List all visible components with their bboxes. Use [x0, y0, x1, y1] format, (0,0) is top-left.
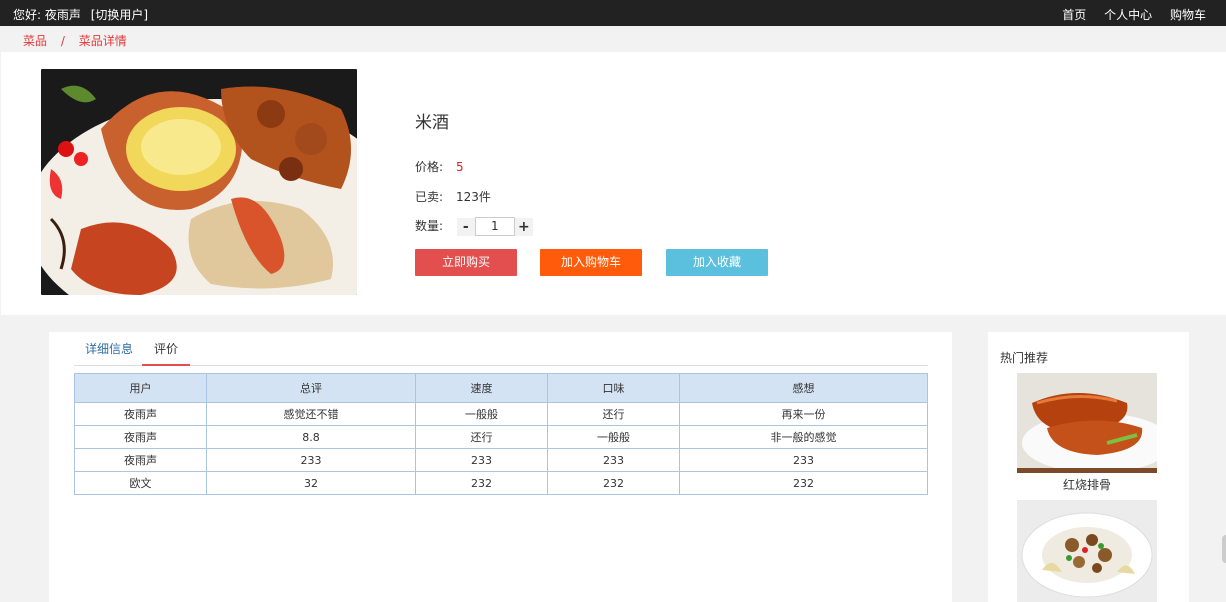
table-row: 欧文 32 232 232 232 — [74, 471, 928, 495]
breadcrumb-bar: 菜品 / 菜品详情 — [0, 26, 1226, 52]
nav-home[interactable]: 首页 — [1062, 8, 1086, 22]
greeting-text: 您好: 夜雨声 — [13, 8, 81, 22]
add-to-cart-button[interactable]: 加入购物车 — [540, 249, 642, 276]
table-row: 夜雨声 8.8 还行 一般般 非一般的感觉 — [74, 425, 928, 449]
column-header-comment: 感想 — [679, 373, 928, 403]
table-row: 夜雨声 233 233 233 233 — [74, 448, 928, 472]
product-image — [41, 69, 357, 295]
cell-taste: 233 — [547, 448, 680, 472]
cell-overall: 233 — [206, 448, 416, 472]
price-value: 5 — [456, 160, 464, 174]
reviews-table: 用户 总评 速度 口味 感想 夜雨声 感觉还不错 一般般 还行 再来一份 夜雨声… — [74, 373, 928, 495]
scroll-handle[interactable] — [1222, 535, 1226, 563]
table-header-row: 用户 总评 速度 口味 感想 — [74, 373, 928, 403]
breadcrumb: 菜品 / 菜品详情 — [23, 32, 127, 49]
quantity-plus-button[interactable]: + — [514, 217, 533, 236]
detail-panel: 详细信息 评价 用户 总评 速度 口味 感想 夜雨声 感觉还不错 一般般 还行 … — [49, 332, 952, 602]
top-nav: 首页 个人中心 购物车 — [1048, 6, 1206, 23]
cell-comment: 非一般的感觉 — [679, 425, 928, 449]
buy-now-button[interactable]: 立即购买 — [415, 249, 517, 276]
column-header-speed: 速度 — [415, 373, 548, 403]
cell-overall: 感觉还不错 — [206, 402, 416, 426]
cell-comment: 232 — [679, 471, 928, 495]
user-greeting: 您好: 夜雨声 [切换用户] — [13, 6, 148, 23]
cell-user: 夜雨声 — [74, 425, 207, 449]
recommendation-image-second[interactable] — [1017, 500, 1157, 602]
cell-taste: 一般般 — [547, 425, 680, 449]
product-title: 米酒 — [415, 113, 449, 133]
cell-speed: 一般般 — [415, 402, 548, 426]
cell-user: 欧文 — [74, 471, 207, 495]
column-header-user: 用户 — [74, 373, 207, 403]
add-to-favorites-button[interactable]: 加入收藏 — [666, 249, 768, 276]
tab-details[interactable]: 详细信息 — [85, 340, 133, 357]
cell-taste: 232 — [547, 471, 680, 495]
cell-speed: 还行 — [415, 425, 548, 449]
nav-profile[interactable]: 个人中心 — [1104, 8, 1152, 22]
sold-label: 已卖: — [415, 190, 444, 204]
top-bar: 您好: 夜雨声 [切换用户] 首页 个人中心 购物车 — [0, 0, 1226, 26]
cell-speed: 232 — [415, 471, 548, 495]
quantity-row: 数量: - 1 + — [415, 217, 533, 236]
quantity-label: 数量: — [415, 219, 444, 233]
cell-user: 夜雨声 — [74, 402, 207, 426]
cell-user: 夜雨声 — [74, 448, 207, 472]
price-row: 价格: 5 — [415, 158, 464, 175]
price-label: 价格: — [415, 160, 444, 174]
breadcrumb-separator: / — [60, 34, 65, 48]
recommendations-title: 热门推荐 — [1000, 351, 1049, 365]
detail-tabs: 详细信息 评价 — [74, 332, 928, 366]
product-section: 米酒 价格: 5 已卖: 123件 数量: - 1 + 立即购买 加入购物车 加入收… — [1, 52, 1226, 315]
recommendation-name-ribs[interactable]: 红烧排骨 — [1017, 476, 1157, 493]
cell-overall: 32 — [206, 471, 416, 495]
nav-cart[interactable]: 购物车 — [1170, 8, 1206, 22]
sold-value: 123件 — [456, 190, 491, 204]
quantity-stepper: - 1 + — [456, 217, 533, 236]
breadcrumb-dishes[interactable]: 菜品 — [23, 34, 47, 48]
table-row: 夜雨声 感觉还不错 一般般 还行 再来一份 — [74, 402, 928, 426]
cell-speed: 233 — [415, 448, 548, 472]
cell-comment: 233 — [679, 448, 928, 472]
column-header-taste: 口味 — [547, 373, 680, 403]
tab-reviews[interactable]: 评价 — [142, 340, 190, 366]
cell-comment: 再来一份 — [679, 402, 928, 426]
switch-user-link[interactable]: [切换用户] — [91, 8, 148, 22]
cell-taste: 还行 — [547, 402, 680, 426]
quantity-minus-button[interactable]: - — [456, 217, 475, 236]
column-header-overall: 总评 — [206, 373, 416, 403]
cell-overall: 8.8 — [206, 425, 416, 449]
quantity-input[interactable]: 1 — [474, 217, 515, 236]
sold-row: 已卖: 123件 — [415, 188, 491, 205]
breadcrumb-dish-detail[interactable]: 菜品详情 — [79, 34, 127, 48]
recommendation-image-ribs[interactable] — [1017, 373, 1157, 473]
hot-recommendations: 热门推荐 红烧排骨 — [988, 332, 1189, 602]
